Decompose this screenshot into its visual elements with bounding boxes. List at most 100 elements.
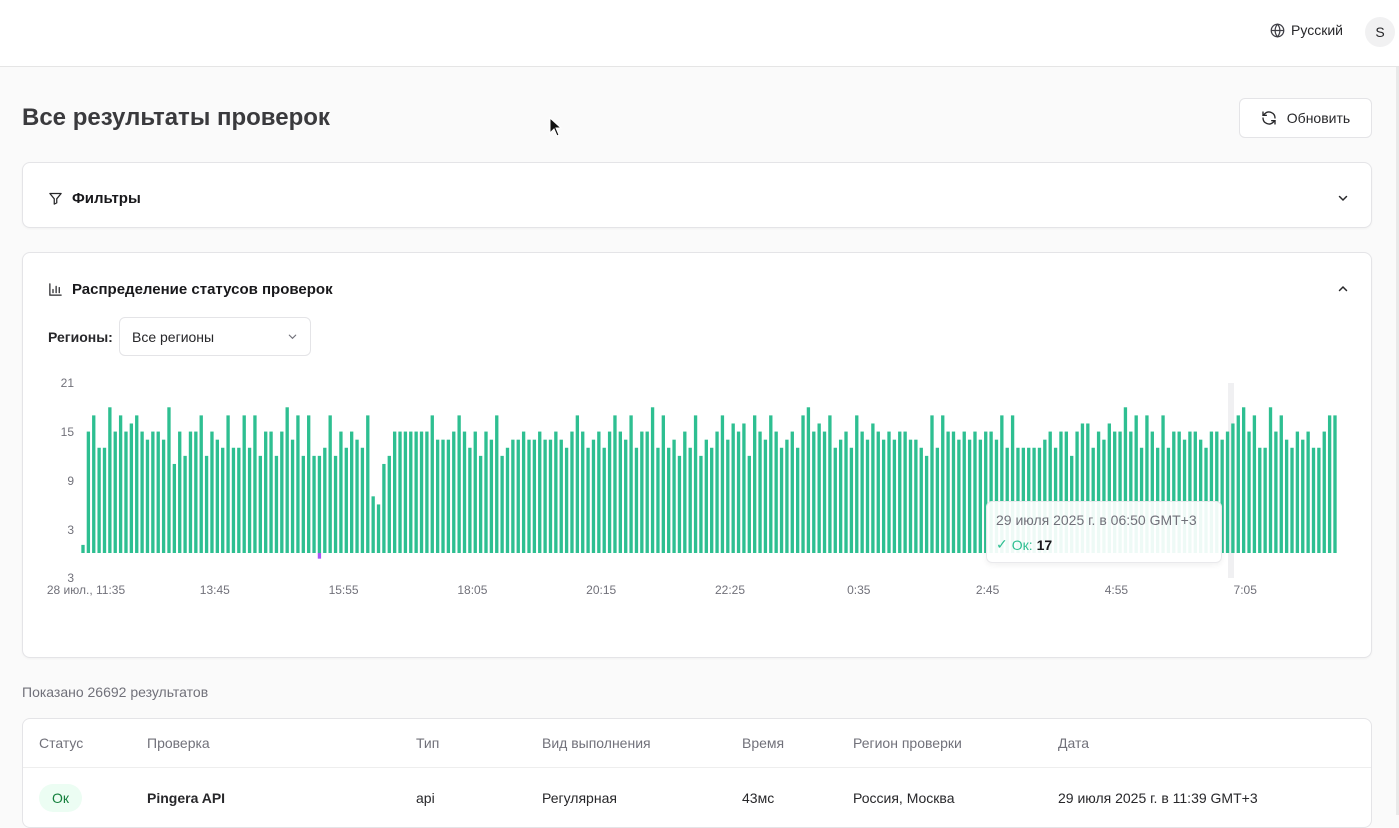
chart-bar-ok[interactable] bbox=[973, 431, 977, 553]
chart-bar-ok[interactable] bbox=[618, 431, 622, 553]
chart-bar-ok[interactable] bbox=[908, 439, 913, 553]
chart-bar-ok[interactable] bbox=[118, 415, 123, 553]
column-header-date[interactable]: Дата bbox=[1058, 735, 1089, 751]
chart-bar-ok[interactable] bbox=[532, 439, 537, 553]
chart-bar-ok[interactable] bbox=[301, 455, 305, 553]
chart-bar-ok[interactable] bbox=[167, 407, 171, 553]
chart-bar-ok[interactable] bbox=[521, 431, 526, 553]
chart-bar-ok[interactable] bbox=[742, 423, 746, 553]
chart-bar-ok[interactable] bbox=[575, 415, 580, 553]
chart-bar-ok[interactable] bbox=[269, 431, 273, 553]
chart-bar-ok[interactable] bbox=[688, 447, 692, 553]
chart-bar-ok[interactable] bbox=[865, 439, 870, 553]
chart-bar-ok[interactable] bbox=[382, 463, 386, 553]
chart-bar-ok[interactable] bbox=[941, 415, 945, 553]
chart-bar-ok[interactable] bbox=[924, 455, 929, 553]
filters-card[interactable]: Фильтры bbox=[22, 162, 1372, 228]
chart-bar-ok[interactable] bbox=[736, 431, 741, 553]
chart-bar-ok[interactable] bbox=[1231, 423, 1235, 553]
chart-bar-ok[interactable] bbox=[156, 431, 160, 553]
chart-bar-ok[interactable] bbox=[704, 439, 708, 553]
chart-bar-ok[interactable] bbox=[430, 415, 434, 553]
chart-bar-error[interactable] bbox=[317, 553, 322, 559]
chart-bar-ok[interactable] bbox=[564, 447, 569, 553]
avatar[interactable]: S bbox=[1365, 17, 1395, 47]
chart-bar-ok[interactable] bbox=[570, 431, 574, 553]
chart-bar-ok[interactable] bbox=[392, 431, 397, 553]
chart-bar-ok[interactable] bbox=[591, 439, 596, 553]
chart-bar-ok[interactable] bbox=[129, 423, 134, 553]
chart-bar-ok[interactable] bbox=[1322, 431, 1326, 553]
chart-bar-ok[interactable] bbox=[500, 455, 504, 553]
chart-bar-ok[interactable] bbox=[161, 439, 166, 553]
column-header-execution[interactable]: Вид выполнения bbox=[542, 735, 651, 751]
chart-bar-ok[interactable] bbox=[554, 431, 558, 553]
chart-bar-ok[interactable] bbox=[1252, 415, 1257, 553]
chart-bar-ok[interactable] bbox=[559, 439, 563, 553]
chart-bar-ok[interactable] bbox=[656, 447, 660, 553]
chart-bar-ok[interactable] bbox=[435, 439, 440, 553]
chart-bar-ok[interactable] bbox=[887, 431, 891, 553]
chart-bar-ok[interactable] bbox=[892, 439, 897, 553]
chart-bar-ok[interactable] bbox=[86, 431, 91, 553]
chart-bar-ok[interactable] bbox=[221, 447, 225, 553]
chart-bar-ok[interactable] bbox=[452, 431, 456, 553]
chart-bar-ok[interactable] bbox=[511, 439, 515, 553]
chart-bar-ok[interactable] bbox=[350, 431, 354, 553]
chart-bar-ok[interactable] bbox=[640, 431, 644, 553]
chart-bar-ok[interactable] bbox=[629, 415, 633, 553]
chart-bar-ok[interactable] bbox=[586, 447, 590, 553]
chart-bar-ok[interactable] bbox=[801, 415, 805, 553]
chart-bar-ok[interactable] bbox=[387, 455, 391, 553]
chart-bar-ok[interactable] bbox=[849, 447, 854, 553]
chart-bar-ok[interactable] bbox=[473, 431, 477, 553]
chart-bar-ok[interactable] bbox=[484, 431, 488, 553]
chart-bar-ok[interactable] bbox=[457, 415, 461, 553]
chart-bar-ok[interactable] bbox=[1284, 439, 1289, 553]
chart-bar-ok[interactable] bbox=[135, 415, 139, 553]
chart-bar-ok[interactable] bbox=[333, 455, 338, 553]
chart-bar-ok[interactable] bbox=[199, 415, 203, 553]
chart-bar-ok[interactable] bbox=[1258, 447, 1262, 553]
chart-bar-ok[interactable] bbox=[285, 407, 289, 553]
chart-bar-ok[interactable] bbox=[441, 439, 445, 553]
chart-bar-ok[interactable] bbox=[516, 439, 520, 553]
chart-bar-ok[interactable] bbox=[1301, 439, 1305, 553]
chart-bar-ok[interactable] bbox=[634, 447, 639, 553]
chart-bar-ok[interactable] bbox=[758, 431, 762, 553]
language-switcher[interactable]: Русский bbox=[1270, 22, 1343, 38]
chart-bar-ok[interactable] bbox=[812, 431, 816, 553]
cell-check-name[interactable]: Pingera API bbox=[147, 790, 225, 806]
chart-bar-ok[interactable] bbox=[237, 447, 241, 553]
chart-bar-ok[interactable] bbox=[183, 455, 187, 553]
chart-bar-ok[interactable] bbox=[1241, 407, 1246, 553]
column-header-status[interactable]: Статус bbox=[39, 735, 83, 751]
chart-bar-ok[interactable] bbox=[763, 439, 768, 553]
chart-bar-ok[interactable] bbox=[414, 431, 418, 553]
chart-bar-ok[interactable] bbox=[538, 431, 542, 553]
chart-bar-ok[interactable] bbox=[328, 415, 332, 553]
chart-bar-ok[interactable] bbox=[355, 439, 359, 553]
chart-bar-ok[interactable] bbox=[307, 415, 311, 553]
chart-bar-ok[interactable] bbox=[425, 431, 429, 553]
chart-bar-ok[interactable] bbox=[715, 431, 719, 553]
chart-bar-ok[interactable] bbox=[124, 431, 128, 553]
chart-bar-ok[interactable] bbox=[226, 415, 230, 553]
chart-bar-ok[interactable] bbox=[602, 447, 606, 553]
chart-bar-ok[interactable] bbox=[962, 431, 966, 553]
chart-bar-ok[interactable] bbox=[650, 407, 655, 553]
column-header-check[interactable]: Проверка bbox=[147, 735, 210, 751]
chart-bar-ok[interactable] bbox=[876, 431, 880, 553]
chart-bar-ok[interactable] bbox=[898, 431, 902, 553]
chart-bar-ok[interactable] bbox=[1268, 407, 1273, 553]
chart-bar-ok[interactable] bbox=[360, 447, 365, 553]
chart-bar-ok[interactable] bbox=[145, 439, 150, 553]
chevron-up-icon[interactable] bbox=[1337, 283, 1349, 295]
chart-bar-ok[interactable] bbox=[548, 439, 553, 553]
refresh-button[interactable]: Обновить bbox=[1239, 98, 1372, 138]
chart-bar-ok[interactable] bbox=[543, 439, 547, 553]
chart-bar-ok[interactable] bbox=[151, 431, 155, 553]
chart-bar-ok[interactable] bbox=[489, 439, 494, 553]
chart-bar-ok[interactable] bbox=[731, 423, 735, 553]
chart-bar-ok[interactable] bbox=[215, 439, 219, 553]
